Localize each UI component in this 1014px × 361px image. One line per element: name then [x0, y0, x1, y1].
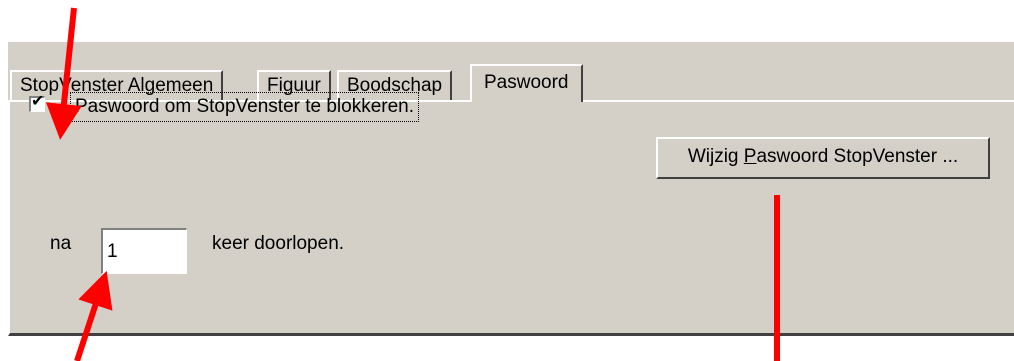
- arrow-to-checkbox: [45, 7, 82, 140]
- annotation-arrows: [45, 7, 780, 361]
- arrow-to-input: [74, 270, 113, 361]
- tab-paswoord[interactable]: Paswoord: [470, 64, 583, 102]
